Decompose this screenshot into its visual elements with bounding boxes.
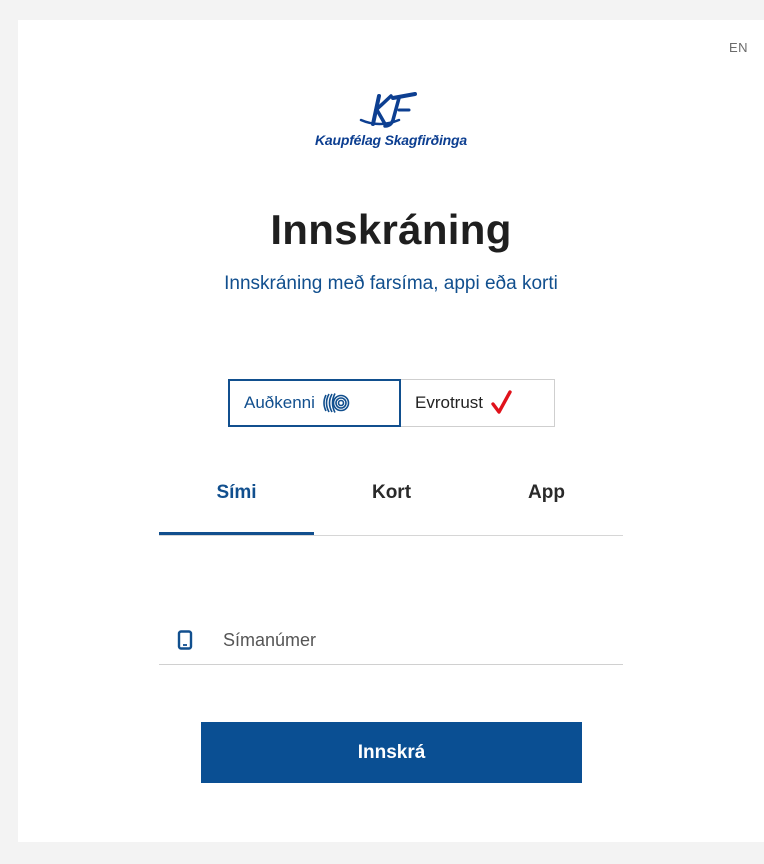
mobile-phone-icon (177, 630, 199, 650)
tab-app[interactable]: App (469, 478, 624, 534)
brand-name: Kaupfélag Skagfirðinga (315, 132, 467, 148)
checkmark-icon (491, 390, 513, 416)
phone-input[interactable] (221, 628, 605, 652)
tabs-divider (159, 535, 623, 536)
login-method-tabs: Sími Kort App (159, 478, 623, 536)
fingerprint-icon (323, 392, 353, 414)
login-card: EN Kaupfélag Skagfirðinga Innskráning In… (18, 20, 764, 842)
provider-evrotrust-label: Evrotrust (415, 393, 484, 412)
ks-logo-mark (359, 92, 417, 128)
login-submit-button[interactable]: Innskrá (201, 722, 582, 783)
phone-field (159, 616, 623, 665)
provider-evrotrust-button[interactable]: Evrotrust (400, 379, 555, 427)
page-subtitle: Innskráning með farsíma, appi eða korti (224, 273, 558, 294)
tab-kort[interactable]: Kort (314, 478, 469, 534)
tab-simi[interactable]: Sími (159, 478, 314, 536)
language-switch[interactable]: EN (729, 40, 748, 55)
provider-audkenni-label: Auðkenni (244, 393, 315, 412)
page-title: Innskráning (270, 206, 512, 253)
brand-logo: Kaupfélag Skagfirðinga (18, 90, 764, 148)
provider-audkenni-button[interactable]: Auðkenni (228, 379, 401, 427)
